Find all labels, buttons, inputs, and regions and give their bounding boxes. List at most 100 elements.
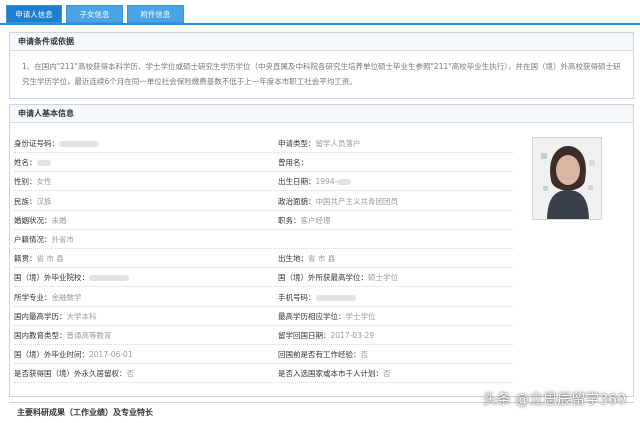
field-value: 省 市 县 (36, 254, 64, 264)
field-label: 曾用名： (278, 158, 308, 168)
info-field: 留学回国日期：2017-03-29 (278, 327, 374, 345)
watermark-text: 头条 @立思辰留学360 (482, 392, 626, 408)
field-label: 出生日期： (278, 177, 316, 187)
info-row: 是否获得国（境）外永久居留权：否 是否入选国家或本市千人计划：否 (14, 365, 514, 384)
field-label: 回国前是否有工作经验： (278, 350, 361, 360)
field-label: 最高学历相应学位： (278, 311, 346, 321)
conditions-panel: 申请条件或依据 1、在国内"211"高校获得本科学历、学士学位或硕士研究生学历学… (9, 32, 634, 99)
field-value: 学士学位 (345, 311, 376, 321)
field-value: 大学本科 (66, 311, 97, 321)
applicant-photo (532, 137, 602, 220)
achievements-title: 主要科研成果（工作业绩）及专业特长 (17, 408, 153, 417)
info-row: 籍贯：省 市 县出生地：省 市 县 (14, 250, 514, 269)
field-label: 户籍情况： (14, 235, 52, 244)
field-label: 出生地： (278, 254, 308, 264)
field-label: 手机号码： (278, 292, 316, 302)
field-value: 中国共产主义共青团团员 (315, 196, 399, 206)
field-value: 否 (126, 369, 135, 379)
tab-bar: 申请人信息 子女信息 附件信息 (0, 0, 640, 25)
redacted-value (36, 160, 51, 167)
field-value: 留学人员落户 (315, 139, 361, 148)
field-value: 否 (383, 369, 391, 379)
info-field: 身份证号码： (14, 135, 99, 153)
redacted-value (315, 294, 356, 301)
info-field: 姓名： (14, 154, 51, 172)
info-field: 回国前是否有工作经验：否 (278, 346, 368, 364)
info-field: 最高学历相应学位：学士学位 (278, 308, 376, 326)
info-field: 政治面貌：中国共产主义共青团团员 (278, 193, 398, 211)
field-value: 汉族 (36, 196, 52, 206)
field-value: 2017-03-29 (330, 331, 375, 340)
field-value: 客户经理 (300, 215, 331, 225)
field-value: 金融数学 (51, 292, 82, 302)
conditions-title: 申请条件或依据 (10, 33, 633, 51)
field-label: 国（境）外毕业时间： (14, 350, 89, 360)
info-field: 国（境）外所获最高学位：硕士学位 (278, 269, 398, 287)
field-label: 申请类型： (278, 139, 316, 148)
info-row: 性别：女性 出生日期：1994- (14, 173, 514, 192)
info-field: 籍贯：省 市 县 (14, 250, 64, 268)
field-label: 所学专业： (14, 292, 52, 302)
redacted-value (59, 141, 99, 147)
field-label: 是否入选国家或本市千人计划： (278, 369, 383, 379)
tab-applicant-info[interactable]: 申请人信息 (6, 5, 62, 23)
info-row: 姓名： 曾用名： (14, 154, 514, 173)
info-field: 出生地：省 市 县 (278, 250, 335, 268)
field-label: 婚姻状况： (14, 215, 52, 225)
info-row: 国（境）外毕业时间：2017-06-01 回国前是否有工作经验：否 (14, 346, 514, 365)
info-field: 民族：汉族 (14, 193, 52, 211)
info-row: 国（境）外毕业院校： 国（境）外所获最高学位：硕士学位 (14, 269, 514, 288)
info-field: 婚姻状况：未婚 (14, 212, 67, 230)
info-row: 国内最高学历：大学本科 最高学历相应学位：学士学位 (14, 308, 514, 326)
field-label: 籍贯： (14, 254, 37, 264)
field-value: 否 (360, 350, 369, 360)
field-label: 身份证号码： (14, 139, 59, 148)
info-row: 户籍情况：外省市 (14, 231, 514, 249)
info-field: 申请类型：留学人员落户 (278, 135, 361, 153)
redacted-value (89, 275, 129, 282)
info-field: 所学专业：金融数学 (14, 289, 82, 307)
field-value: 普通高等教育 (66, 331, 112, 340)
field-label: 性别： (14, 177, 37, 187)
field-label: 留学回国日期： (278, 331, 331, 340)
tab-attachments[interactable]: 附件信息 (127, 5, 184, 23)
conditions-text: 1、在国内"211"高校获得本科学历、学士学位或硕士研究生学历学位（中央直属及中… (22, 62, 621, 86)
info-field: 国内教育类型：普通高等教育 (14, 327, 112, 345)
info-field: 户籍情况：外省市 (14, 231, 74, 249)
field-value: 女性 (36, 177, 52, 187)
field-label: 姓名： (14, 158, 37, 168)
info-row: 婚姻状况：未婚 职务：客户经理 (14, 212, 514, 230)
info-field: 是否入选国家或本市千人计划：否 (278, 365, 391, 383)
field-value: 2017-06-01 (89, 350, 133, 360)
field-label: 民族： (14, 196, 37, 206)
info-field: 国（境）外毕业院校： (14, 269, 129, 287)
field-label: 国内教育类型： (14, 331, 67, 340)
field-label: 国（境）外所获最高学位： (278, 273, 368, 283)
info-field: 出生日期：1994- (278, 173, 352, 191)
field-label: 是否获得国（境）外永久居留权： (14, 369, 127, 379)
field-value: 1994- (315, 177, 338, 187)
info-field: 是否获得国（境）外永久居留权：否 (14, 365, 134, 383)
info-field: 性别：女性 (14, 173, 52, 191)
info-row: 所学专业：金融数学 手机号码： (14, 289, 514, 307)
info-field: 手机号码： (278, 289, 356, 307)
field-value: 硕士学位 (368, 273, 398, 283)
info-field: 国（境）外毕业时间：2017-06-01 (14, 346, 133, 364)
info-field: 国内最高学历：大学本科 (14, 308, 97, 326)
field-label: 政治面貌： (278, 196, 316, 206)
info-field: 职务：客户经理 (278, 212, 331, 230)
basic-info-title: 申请人基本信息 (10, 105, 633, 123)
field-value: 省 市 县 (308, 254, 336, 264)
tab-children-info[interactable]: 子女信息 (66, 5, 123, 23)
field-value: 外省市 (51, 235, 75, 244)
field-value: 未婚 (51, 215, 67, 225)
info-field: 曾用名： (278, 154, 308, 172)
info-row: 民族：汉族 政治面貌：中国共产主义共青团团员 (14, 193, 514, 211)
info-row: 身份证号码： 申请类型：留学人员落户 (14, 135, 514, 153)
person-photo-icon (533, 138, 601, 219)
field-label: 国内最高学历： (14, 311, 67, 321)
field-label: 国（境）外毕业院校： (14, 273, 89, 283)
field-label: 职务： (278, 215, 301, 225)
redacted-value (337, 179, 352, 186)
info-row: 国内教育类型：普通高等教育 留学回国日期：2017-03-29 (14, 327, 514, 345)
